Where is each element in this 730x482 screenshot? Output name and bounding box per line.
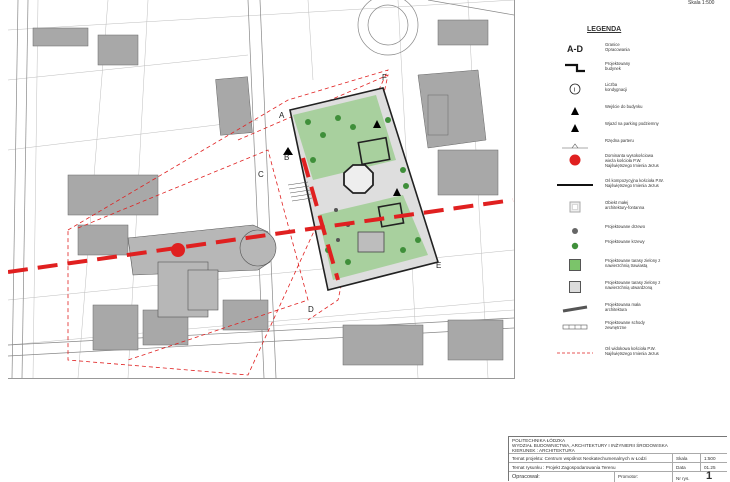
- green-square-icon: [555, 258, 595, 272]
- legend-item-building: Projektowany budynek: [525, 61, 725, 75]
- legend-item-paved-terrace: Projektowane tarasy zielony z nawierzchn…: [525, 280, 725, 294]
- promoter-cell: Promotor:: [614, 472, 673, 482]
- legend-label: Projektowane tarasy zielony z nawierzchn…: [605, 280, 661, 290]
- site-plan-svg: A B C D E F: [8, 0, 514, 378]
- legend-label: Projektowane drzewo: [605, 224, 646, 229]
- circle-i-icon: i: [555, 82, 595, 96]
- legend-item-shrubs: Projektowane krzewy: [525, 239, 725, 253]
- thick-line-icon: [555, 178, 595, 192]
- red-dot-icon: [555, 153, 595, 167]
- legend-item-fountain: Obiekt małej architektury-fontanna: [525, 200, 725, 214]
- stairs-icon: [555, 320, 595, 334]
- legend-label: Obiekt małej architektury-fontanna: [605, 200, 645, 210]
- legend-label: Projektowane schody zewnętrzne: [605, 320, 645, 330]
- building-outline-icon: [555, 61, 595, 75]
- drawing-label: Temat rysunku : Projekt Zagospodarowania…: [512, 465, 616, 470]
- legend-item-axis: Oś kompozycyjna kościoła P.W. Najświętsz…: [525, 178, 725, 192]
- legend-item-tree: Projektowane drzewo: [525, 224, 725, 238]
- legend-label: Rzędna parteru: [605, 138, 634, 143]
- scale-value: 1:500: [704, 456, 716, 461]
- legend-label: Dominanta wysokościowa wieża kościoła P.…: [605, 153, 659, 168]
- point-label-d: D: [308, 305, 314, 314]
- legend-label: Liczba kondygnacji: [605, 82, 628, 92]
- legend-item-dominant: Dominanta wysokościowa wieża kościoła P.…: [525, 153, 725, 168]
- sheet-cell: Nr rys. 1: [672, 470, 728, 482]
- legend-item-floors: i Liczba kondygnacji: [525, 82, 725, 96]
- legend-label: Projektowane tarasy zielony z nawierzchn…: [605, 258, 661, 268]
- legend-label: Oś kompozycyjna kościoła P.W. Najświętsz…: [605, 178, 664, 188]
- level-mark-icon: [555, 138, 595, 152]
- sheet-label: Nr rys.: [676, 476, 690, 481]
- legend-label: Oś widokowa kościoła P.W. Najświętszego …: [605, 346, 659, 356]
- legend-panel: LEGENDA A-D Granice Opracowania Projekto…: [525, 20, 725, 370]
- author-label: Opracował:: [512, 474, 540, 480]
- legend-item-stairs: Projektowane schody zewnętrzne: [525, 320, 725, 334]
- project-label: Temat projektu: Centrum współnot Neokate…: [512, 456, 647, 461]
- author-row: Opracował: Promotor: Nr rys. 1: [509, 470, 728, 482]
- tree-dot-icon: [555, 224, 595, 238]
- sheet-number: 1: [706, 470, 713, 482]
- legend-item-small-architecture: Projektowana mała architektura: [525, 302, 725, 316]
- shrub-dot-icon: [555, 239, 595, 253]
- triangle-solid-icon: [555, 104, 595, 118]
- dashed-red-icon: [555, 346, 595, 360]
- square-outline-icon: [555, 200, 595, 214]
- title-block: POLITECHNIKA ŁÓDZKA WYDZIAŁ BUDOWNICTWA,…: [508, 436, 728, 482]
- legend-item-parking: Wjazd na parking podziemny: [525, 121, 725, 135]
- title-block-header: POLITECHNIKA ŁÓDZKA WYDZIAŁ BUDOWNICTWA,…: [512, 438, 726, 453]
- legend-label: Wjazd na parking podziemny: [605, 121, 659, 126]
- site-plan[interactable]: A B C D E F: [8, 0, 515, 379]
- point-label-b: B: [284, 153, 289, 162]
- dark-bar-icon: [555, 302, 595, 316]
- promoter-label: Promotor:: [618, 474, 639, 479]
- svg-text:i: i: [574, 88, 575, 94]
- sheet-scale-label: Skala 1:500: [688, 0, 715, 6]
- grey-square-icon: [555, 280, 595, 294]
- point-label-f: F: [382, 73, 387, 82]
- legend-label: Projektowany budynek: [605, 61, 631, 71]
- date-label: Data: [676, 465, 686, 470]
- legend-item-boundary: A-D Granice Opracowania: [525, 42, 725, 56]
- legend-label: Projektowana mała architektura: [605, 302, 641, 312]
- legend-item-green-terrace: Projektowane tarasy zielony z nawierzchn…: [525, 258, 725, 272]
- legend-label: Projektowane krzewy: [605, 239, 645, 244]
- triangle-solid-icon: [555, 121, 595, 135]
- legend-item-level: Rzędna parteru: [525, 138, 725, 152]
- point-label-c: C: [258, 170, 264, 179]
- point-label-e: E: [436, 261, 441, 270]
- boundary-letters-icon: A-D: [567, 44, 583, 54]
- legend-title: LEGENDA: [587, 26, 622, 33]
- legend-item-entrance: Wejście do budynku: [525, 104, 725, 118]
- legend-label: Wejście do budynku: [605, 104, 643, 109]
- legend-item-view-axis: Oś widokowa kościoła P.W. Najświętszego …: [525, 346, 725, 360]
- point-label-a: A: [279, 111, 285, 120]
- scale-label: Skala: [676, 456, 688, 461]
- legend-label: Granice Opracowania: [605, 42, 630, 52]
- drawing-sheet: A B C D E F Skala 1:500 LEGENDA A-D Gran…: [0, 0, 730, 482]
